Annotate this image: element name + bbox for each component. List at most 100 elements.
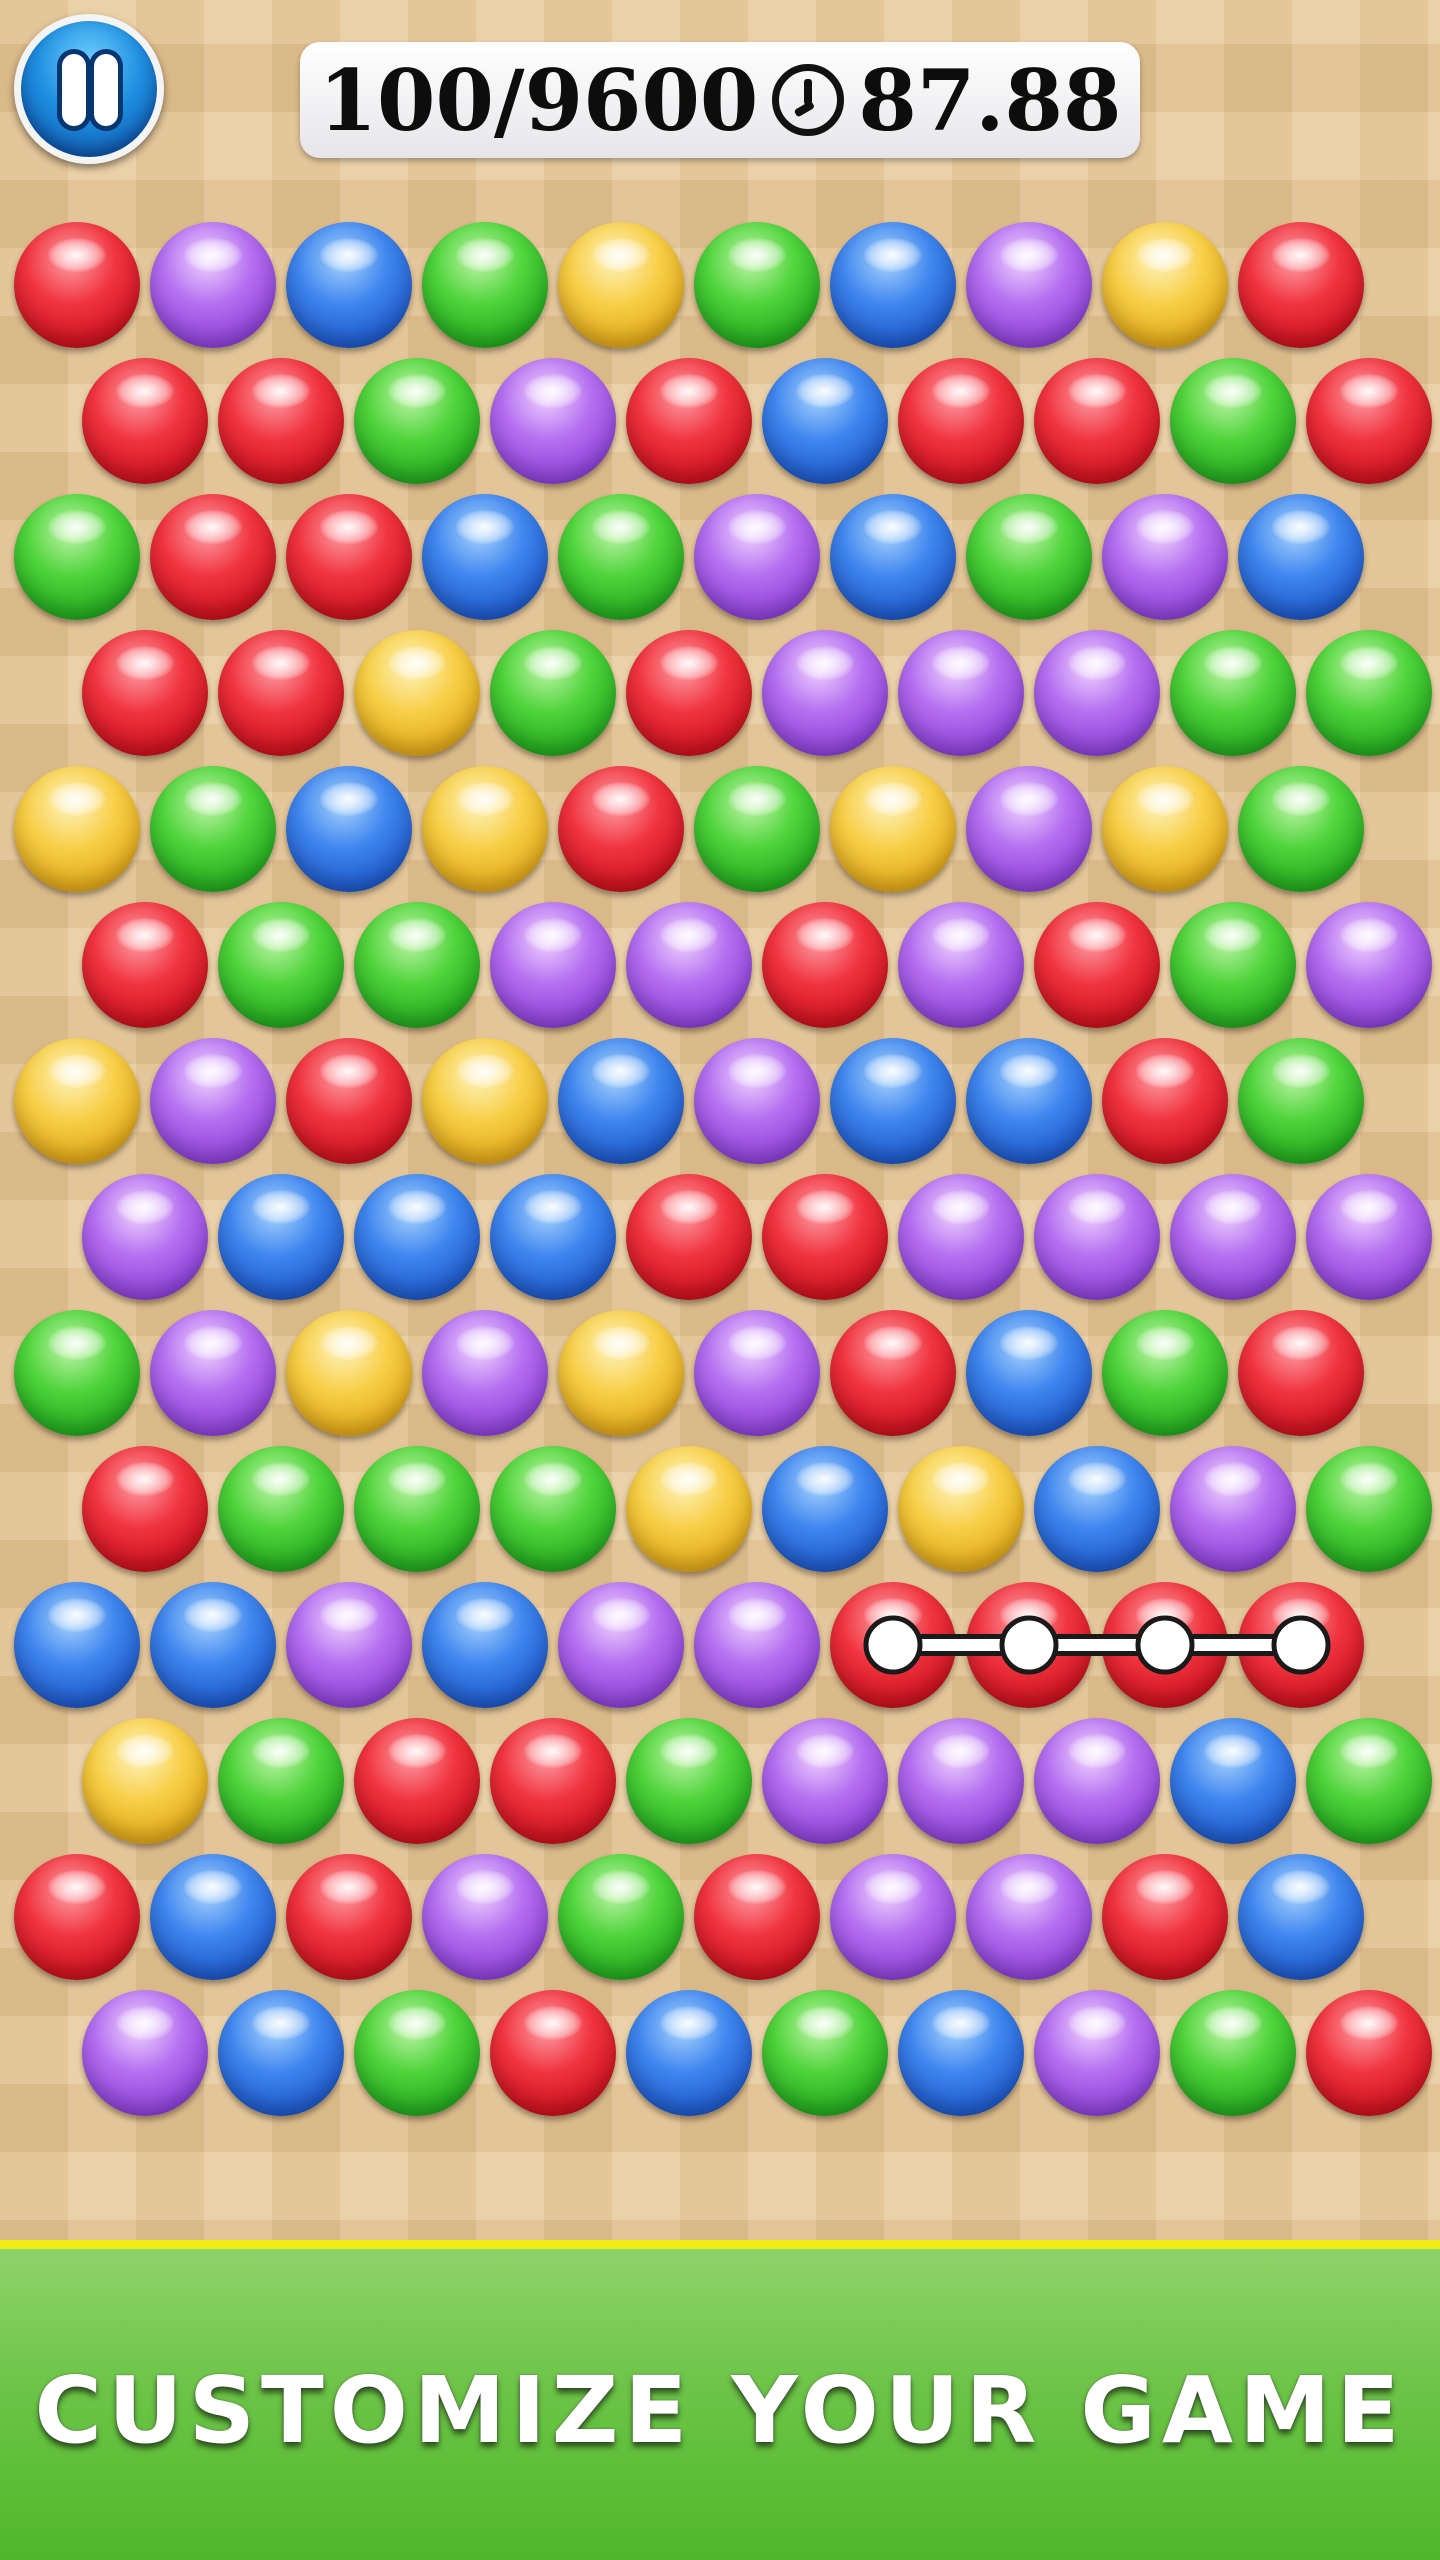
green-bubble[interactable] [966, 494, 1092, 620]
green-bubble[interactable] [490, 1446, 616, 1572]
red-bubble[interactable] [218, 358, 344, 484]
blue-bubble[interactable] [830, 222, 956, 348]
green-bubble[interactable] [354, 358, 480, 484]
purple-bubble[interactable] [898, 1174, 1024, 1300]
blue-bubble[interactable] [422, 1582, 548, 1708]
blue-bubble[interactable] [898, 1990, 1024, 2116]
blue-bubble[interactable] [14, 1582, 140, 1708]
purple-bubble[interactable] [694, 1310, 820, 1436]
red-bubble[interactable] [1102, 1582, 1228, 1708]
pause-button[interactable] [14, 14, 164, 164]
purple-bubble[interactable] [966, 1854, 1092, 1980]
blue-bubble[interactable] [490, 1174, 616, 1300]
blue-bubble[interactable] [830, 1038, 956, 1164]
purple-bubble[interactable] [286, 1582, 412, 1708]
green-bubble[interactable] [1306, 1718, 1432, 1844]
purple-bubble[interactable] [1034, 1718, 1160, 1844]
yellow-bubble[interactable] [422, 766, 548, 892]
purple-bubble[interactable] [1306, 1174, 1432, 1300]
red-bubble[interactable] [14, 222, 140, 348]
purple-bubble[interactable] [490, 358, 616, 484]
purple-bubble[interactable] [626, 902, 752, 1028]
yellow-bubble[interactable] [626, 1446, 752, 1572]
green-bubble[interactable] [694, 222, 820, 348]
blue-bubble[interactable] [286, 766, 412, 892]
blue-bubble[interactable] [218, 1990, 344, 2116]
purple-bubble[interactable] [830, 1854, 956, 1980]
red-bubble[interactable] [150, 494, 276, 620]
purple-bubble[interactable] [558, 1582, 684, 1708]
yellow-bubble[interactable] [354, 630, 480, 756]
purple-bubble[interactable] [1034, 630, 1160, 756]
blue-bubble[interactable] [626, 1990, 752, 2116]
yellow-bubble[interactable] [14, 766, 140, 892]
green-bubble[interactable] [1170, 1990, 1296, 2116]
red-bubble[interactable] [1238, 1582, 1364, 1708]
blue-bubble[interactable] [218, 1174, 344, 1300]
red-bubble[interactable] [14, 1854, 140, 1980]
green-bubble[interactable] [1306, 630, 1432, 756]
green-bubble[interactable] [1170, 902, 1296, 1028]
blue-bubble[interactable] [1034, 1446, 1160, 1572]
purple-bubble[interactable] [422, 1310, 548, 1436]
blue-bubble[interactable] [150, 1582, 276, 1708]
red-bubble[interactable] [830, 1310, 956, 1436]
purple-bubble[interactable] [422, 1854, 548, 1980]
red-bubble[interactable] [490, 1990, 616, 2116]
red-bubble[interactable] [286, 1038, 412, 1164]
purple-bubble[interactable] [694, 1038, 820, 1164]
green-bubble[interactable] [558, 1854, 684, 1980]
green-bubble[interactable] [1170, 630, 1296, 756]
red-bubble[interactable] [966, 1582, 1092, 1708]
blue-bubble[interactable] [1238, 494, 1364, 620]
green-bubble[interactable] [354, 1990, 480, 2116]
purple-bubble[interactable] [898, 902, 1024, 1028]
red-bubble[interactable] [1238, 1310, 1364, 1436]
red-bubble[interactable] [626, 358, 752, 484]
red-bubble[interactable] [1102, 1854, 1228, 1980]
red-bubble[interactable] [490, 1718, 616, 1844]
red-bubble[interactable] [1102, 1038, 1228, 1164]
purple-bubble[interactable] [1170, 1174, 1296, 1300]
yellow-bubble[interactable] [558, 222, 684, 348]
purple-bubble[interactable] [694, 494, 820, 620]
red-bubble[interactable] [558, 766, 684, 892]
purple-bubble[interactable] [1102, 494, 1228, 620]
yellow-bubble[interactable] [422, 1038, 548, 1164]
purple-bubble[interactable] [762, 630, 888, 756]
yellow-bubble[interactable] [14, 1038, 140, 1164]
red-bubble[interactable] [82, 1446, 208, 1572]
red-bubble[interactable] [218, 630, 344, 756]
red-bubble[interactable] [626, 1174, 752, 1300]
yellow-bubble[interactable] [830, 766, 956, 892]
red-bubble[interactable] [286, 1854, 412, 1980]
red-bubble[interactable] [82, 902, 208, 1028]
purple-bubble[interactable] [898, 1718, 1024, 1844]
purple-bubble[interactable] [82, 1174, 208, 1300]
purple-bubble[interactable] [694, 1582, 820, 1708]
green-bubble[interactable] [1306, 1446, 1432, 1572]
red-bubble[interactable] [1034, 358, 1160, 484]
purple-bubble[interactable] [1306, 902, 1432, 1028]
red-bubble[interactable] [694, 1854, 820, 1980]
green-bubble[interactable] [490, 630, 616, 756]
red-bubble[interactable] [626, 630, 752, 756]
red-bubble[interactable] [82, 358, 208, 484]
red-bubble[interactable] [1034, 902, 1160, 1028]
purple-bubble[interactable] [150, 1038, 276, 1164]
green-bubble[interactable] [150, 766, 276, 892]
red-bubble[interactable] [762, 902, 888, 1028]
green-bubble[interactable] [1102, 1310, 1228, 1436]
blue-bubble[interactable] [762, 1446, 888, 1572]
green-bubble[interactable] [354, 1446, 480, 1572]
blue-bubble[interactable] [966, 1038, 1092, 1164]
blue-bubble[interactable] [1170, 1718, 1296, 1844]
red-bubble[interactable] [1306, 1990, 1432, 2116]
purple-bubble[interactable] [1170, 1446, 1296, 1572]
blue-bubble[interactable] [762, 358, 888, 484]
purple-bubble[interactable] [490, 902, 616, 1028]
purple-bubble[interactable] [1034, 1174, 1160, 1300]
purple-bubble[interactable] [966, 766, 1092, 892]
yellow-bubble[interactable] [1102, 222, 1228, 348]
purple-bubble[interactable] [966, 222, 1092, 348]
